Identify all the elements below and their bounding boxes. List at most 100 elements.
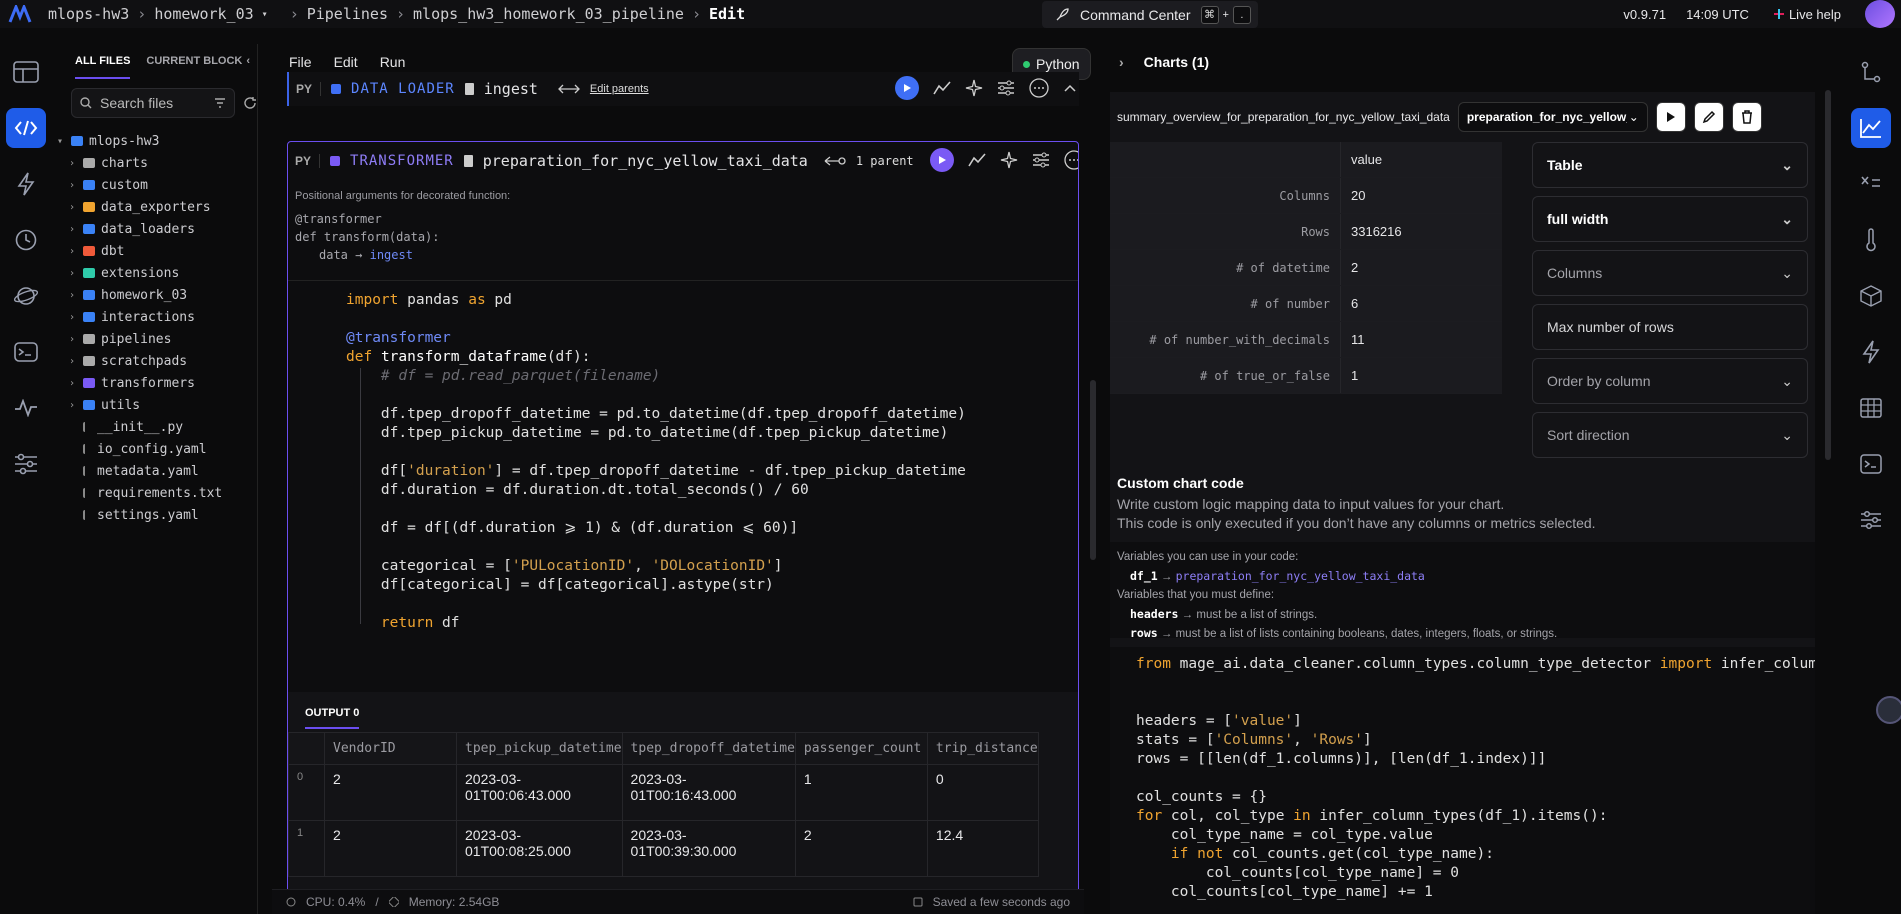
run-block-button[interactable] <box>895 76 919 100</box>
tree-item[interactable]: › scratchpads <box>55 350 257 372</box>
settings-sliders-icon[interactable] <box>6 444 46 484</box>
var-df-line: df_1 → preparation_for_nyc_yellow_taxi_d… <box>1117 567 1808 587</box>
tree-item[interactable]: › homework_03 <box>55 284 257 306</box>
terminal-icon[interactable] <box>1851 444 1891 484</box>
cpu-icon <box>286 897 296 907</box>
refresh-icon[interactable] <box>243 96 257 110</box>
block-name[interactable]: ingest <box>484 80 538 98</box>
tree-item[interactable]: requirements.txt <box>55 482 257 504</box>
output-panel: OUTPUT 0 VendorID tpep_pickup_datetime t… <box>288 692 1078 913</box>
tree-item[interactable]: metadata.yaml <box>55 460 257 482</box>
code-editor-icon[interactable] <box>6 108 46 148</box>
avatar[interactable] <box>1865 0 1895 28</box>
table-icon[interactable] <box>1851 388 1891 428</box>
tree-item[interactable]: › data_exporters <box>55 196 257 218</box>
breadcrumb-folder[interactable]: homework_03 <box>154 5 253 23</box>
search-input[interactable]: Search files <box>71 88 235 118</box>
monitor-wave-icon[interactable] <box>6 388 46 428</box>
tab-all-files[interactable]: ALL FILES <box>75 55 131 79</box>
lightning-icon[interactable] <box>1851 332 1891 372</box>
chevron-down-icon[interactable]: ▾ <box>262 9 268 20</box>
variables-icon[interactable] <box>1851 164 1891 204</box>
version-label: v0.9.71 <box>1623 6 1667 22</box>
chart-name[interactable]: summary_overview_for_preparation_for_nyc… <box>1117 110 1450 124</box>
terminal-window-icon[interactable] <box>6 332 46 372</box>
code-editor[interactable]: import pandas as pd @transformer def tra… <box>288 280 1078 692</box>
tree-item[interactable]: › extensions <box>55 262 257 284</box>
run-chart-button[interactable] <box>1655 102 1686 132</box>
settings-sliders-icon[interactable] <box>1032 152 1050 168</box>
tree-item[interactable]: › charts <box>55 152 257 174</box>
parents-count[interactable]: 1 parent <box>856 154 914 168</box>
sparkles-icon[interactable] <box>1000 151 1018 169</box>
signature-decorator: @transformer <box>295 212 382 226</box>
settings-dropdown[interactable]: Order by column ⌄ <box>1532 358 1808 404</box>
output-body: 0 2 2023-03-01T00:06:43.000 2023-03-01T00:1… <box>288 764 1039 877</box>
more-options-icon[interactable] <box>1029 78 1049 98</box>
sparkles-icon[interactable] <box>965 79 983 97</box>
tree-item[interactable]: settings.yaml <box>55 504 257 526</box>
block-name[interactable]: preparation_for_nyc_yellow_taxi_data <box>483 152 808 170</box>
more-options-icon[interactable] <box>1064 150 1079 170</box>
live-help-button[interactable]: Live help <box>1773 7 1841 22</box>
tree-icon[interactable] <box>1851 52 1891 92</box>
tree-item[interactable]: › pipelines <box>55 328 257 350</box>
edit-parents-link[interactable]: Edit parents <box>590 83 649 95</box>
breadcrumb-project[interactable]: mlops-hw3 <box>48 5 129 23</box>
chart-icon[interactable] <box>1851 108 1891 148</box>
editor-scrollbar[interactable] <box>1090 380 1096 560</box>
signature-arg-link[interactable]: ingest <box>370 248 413 262</box>
settings-dropdown[interactable]: full width ⌄ <box>1532 196 1808 242</box>
tree-item[interactable]: io_config.yaml <box>55 438 257 460</box>
thermometer-icon[interactable] <box>1851 220 1891 260</box>
transformer-block[interactable]: PY TRANSFORMER preparation_for_nyc_yello… <box>287 141 1079 914</box>
chart-icon[interactable] <box>968 152 986 168</box>
settings-sliders-icon[interactable] <box>997 80 1015 96</box>
folder-icon <box>83 312 95 322</box>
settings-dropdown[interactable]: Columns ⌄ <box>1532 250 1808 296</box>
filter-icon[interactable] <box>214 98 226 108</box>
chart-panel-scrollbar[interactable] <box>1825 90 1831 460</box>
data-loader-block[interactable]: PY DATA LOADER ingest Edit parents <box>287 72 1079 106</box>
mage-logo-icon[interactable] <box>0 0 40 28</box>
clock-icon[interactable] <box>6 220 46 260</box>
tree-item[interactable]: __init__.py <box>55 416 257 438</box>
chart-icon[interactable] <box>933 80 951 96</box>
layout-icon[interactable] <box>6 52 46 92</box>
collapse-panel-icon[interactable]: ‹ <box>246 55 250 67</box>
row-index: 0 <box>288 764 325 821</box>
chevron-right-icon[interactable]: › <box>1119 54 1124 70</box>
var-df-link[interactable]: preparation_for_nyc_yellow_taxi_data <box>1176 569 1425 583</box>
planet-icon[interactable] <box>6 276 46 316</box>
edit-chart-button[interactable] <box>1693 102 1724 132</box>
lightning-icon[interactable] <box>6 164 46 204</box>
tree-item[interactable]: › interactions <box>55 306 257 328</box>
cube-icon[interactable] <box>1851 276 1891 316</box>
block-select[interactable]: preparation_for_nyc_yellow_taxi_data ⌄ <box>1457 102 1648 132</box>
menu-edit[interactable]: Edit <box>334 54 358 70</box>
chevron-up-icon[interactable] <box>1063 83 1077 93</box>
command-center-button[interactable]: Command Center ⌘ + . <box>1042 1 1258 28</box>
settings-input[interactable]: Max number of rows <box>1532 304 1808 350</box>
tab-current-block[interactable]: CURRENT BLOCK <box>146 55 242 67</box>
settings-sliders-icon[interactable] <box>1851 500 1891 540</box>
tab-output-0[interactable]: OUTPUT 0 <box>305 695 360 729</box>
menu-file[interactable]: File <box>289 54 312 70</box>
floating-assistant-button[interactable] <box>1876 696 1901 724</box>
tree-root[interactable]: ▾ mlops-hw3 <box>55 130 257 152</box>
breadcrumb-pipeline[interactable]: mlops_hw3_homework_03_pipeline <box>413 5 684 23</box>
delete-chart-button[interactable] <box>1731 102 1762 132</box>
settings-dropdown[interactable]: Sort direction ⌄ <box>1532 412 1808 458</box>
chart-code[interactable]: from mage_ai.data_cleaner.column_types.c… <box>1136 655 1815 902</box>
settings-dropdown[interactable]: Table ⌄ <box>1532 142 1808 188</box>
menu-run[interactable]: Run <box>380 54 406 70</box>
tree-item[interactable]: › custom <box>55 174 257 196</box>
chart-code-editor[interactable]: from mage_ai.data_cleaner.column_types.c… <box>1110 647 1815 914</box>
run-block-button[interactable] <box>930 148 954 172</box>
tree-item[interactable]: › data_loaders <box>55 218 257 240</box>
breadcrumb-pipelines[interactable]: Pipelines <box>307 5 388 23</box>
tree-item[interactable]: › utils <box>55 394 257 416</box>
tree-item[interactable]: › transformers <box>55 372 257 394</box>
transformer-code[interactable]: import pandas as pd @transformer def tra… <box>346 291 966 633</box>
tree-item[interactable]: › dbt <box>55 240 257 262</box>
